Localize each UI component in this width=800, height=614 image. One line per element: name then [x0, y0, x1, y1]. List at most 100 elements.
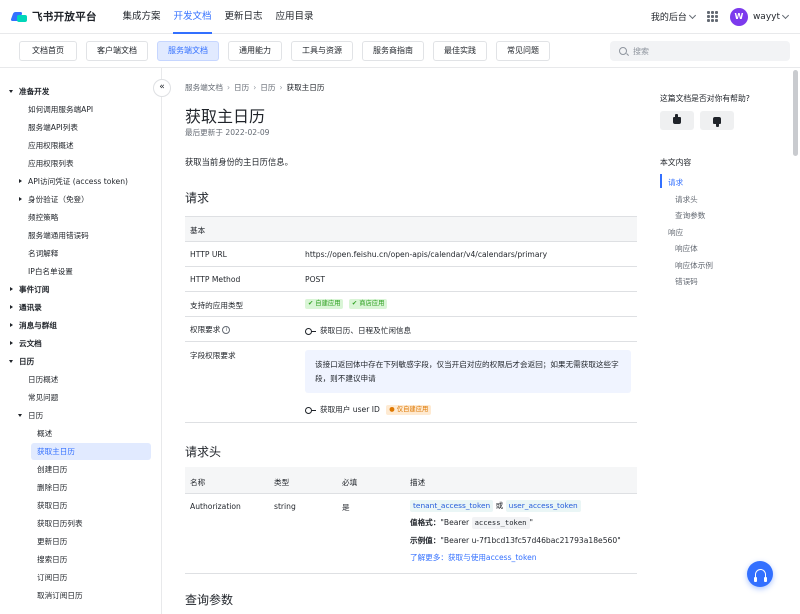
sidebar-item-overview[interactable]: 概述 — [0, 425, 161, 442]
support-button[interactable] — [747, 561, 773, 587]
or-text: 或 — [495, 501, 504, 510]
tenant-token-tag[interactable]: tenant_access_token — [410, 500, 494, 512]
sidebar-item-ip-whitelist[interactable]: IP白名单设置 — [0, 263, 161, 280]
sidebar-item-delete-calendar[interactable]: 删除日历 — [0, 479, 161, 496]
learn-more-label: 了解更多： — [410, 553, 448, 562]
sidebar-item-create-calendar[interactable]: 创建日历 — [0, 461, 161, 478]
sidebar-item-error-codes[interactable]: 服务端通用错误码 — [0, 227, 161, 244]
toc-item-query-params[interactable]: 查询参数 — [675, 210, 705, 221]
sidebar-item-messages[interactable]: 消息与群组 — [0, 317, 161, 334]
section-request-header-heading: 请求头 — [185, 445, 222, 459]
sidebar-item-calendar-faq[interactable]: 常见问题 — [0, 389, 161, 406]
sidebar-item-auth[interactable]: 身份验证（免登） — [0, 191, 161, 208]
badge-custom-app-only: ● 仅自建应用 — [386, 405, 432, 415]
tab-provider-guide[interactable]: 服务商指南 — [362, 40, 424, 61]
tab-best-practices[interactable]: 最佳实践 — [433, 40, 487, 61]
access-token-link[interactable]: 获取与使用access_token — [448, 553, 537, 562]
caret-right-icon — [10, 323, 13, 327]
caret-right-icon — [10, 287, 13, 291]
sidebar-item-get-primary-calendar[interactable]: 获取主日历 — [31, 443, 151, 460]
sidebar-item-api-list[interactable]: 服务端API列表 — [0, 119, 161, 136]
nav-dev-docs[interactable]: 开发文档 — [167, 0, 218, 34]
breadcrumb-server-docs[interactable]: 服务端文档 — [185, 82, 223, 93]
sidebar-item-calendar-sub[interactable]: 日历 — [0, 407, 161, 424]
top-bar: 飞书开放平台 集成方案 开发文档 更新日志 应用目录 我的后台 W wayyt — [0, 0, 800, 34]
section-query-params-heading: 查询参数 — [185, 593, 234, 607]
table-row: 支持的应用类型 ✔ 自建应用 ✔ 商店应用 — [185, 292, 637, 317]
top-nav: 集成方案 开发文档 更新日志 应用目录 — [116, 0, 320, 34]
sidebar-item-glossary[interactable]: 名词解释 — [0, 245, 161, 262]
http-method-key: HTTP Method — [190, 275, 241, 284]
section-request-heading: 请求 — [185, 191, 210, 205]
sidebar-item-prepare[interactable]: 准备开发 — [0, 83, 161, 100]
sidebar-item-get-calendar[interactable]: 获取日历 — [0, 497, 161, 514]
tab-common-capabilities[interactable]: 通用能力 — [228, 40, 282, 61]
tab-tools-resources[interactable]: 工具与资源 — [291, 40, 353, 61]
sidebar-item-perm-overview[interactable]: 应用权限概述 — [0, 137, 161, 154]
sidebar-item-perm-list[interactable]: 应用权限列表 — [0, 155, 161, 172]
info-icon[interactable]: i — [222, 326, 231, 334]
sidebar-item-search-calendar[interactable]: 搜索日历 — [0, 551, 161, 568]
search-icon — [619, 47, 627, 55]
permission-value: 获取日历、日程及忙闲信息 — [320, 326, 412, 335]
nav-integration[interactable]: 集成方案 — [116, 0, 167, 34]
sidebar-item-access-token[interactable]: API访问凭证 (access token) — [0, 173, 161, 190]
thumbs-down-icon — [713, 117, 721, 124]
sidebar-item-unsubscribe-calendar[interactable]: 取消订阅日历 — [0, 587, 161, 604]
toc-item-request[interactable]: 请求 — [668, 177, 683, 188]
toc-title: 本文内容 — [660, 158, 692, 167]
sidebar-item-update-calendar[interactable]: 更新日历 — [0, 533, 161, 550]
logo[interactable]: 飞书开放平台 — [10, 9, 116, 24]
header-name: Authorization — [190, 502, 241, 511]
http-method-value: POST — [305, 275, 326, 284]
thumbs-up-button[interactable] — [660, 111, 694, 130]
thumbs-down-button[interactable] — [700, 111, 734, 130]
tab-faq[interactable]: 常见问题 — [496, 40, 550, 61]
toc-item-response-body[interactable]: 响应体 — [675, 243, 698, 254]
sidebar-item-contacts[interactable]: 通讯录 — [0, 299, 161, 316]
my-backend-dropdown[interactable]: 我的后台 — [651, 10, 696, 23]
sidebar-item-calendar-overview[interactable]: 日历概述 — [0, 371, 161, 388]
sidebar-item-events[interactable]: 事件订阅 — [0, 281, 161, 298]
toc-item-error-codes[interactable]: 错误码 — [675, 276, 698, 287]
page-scrollbar[interactable] — [793, 70, 798, 156]
sidebar-item-call-api[interactable]: 如何调用服务端API — [0, 101, 161, 118]
breadcrumb-calendar[interactable]: 日历 — [234, 82, 249, 93]
breadcrumb-calendar-sub[interactable]: 日历 — [260, 82, 275, 93]
chevron-down-icon[interactable] — [781, 11, 790, 19]
tab-server-docs[interactable]: 服务端文档 — [157, 40, 219, 61]
lock-icon: ● — [389, 406, 395, 413]
caret-right-icon — [19, 179, 22, 183]
toc-item-response[interactable]: 响应 — [668, 227, 683, 238]
search-input[interactable]: 搜索 — [610, 41, 790, 61]
table-row: 字段权限要求 该接口返回体中存在下列敏感字段，仅当开启对应的权限后才会返回；如果… — [185, 342, 637, 423]
sidebar-item-rate-limit[interactable]: 频控策略 — [0, 209, 161, 226]
nav-app-directory[interactable]: 应用目录 — [269, 0, 320, 34]
sidebar-item-calendar[interactable]: 日历 — [0, 353, 161, 370]
toc-item-response-example[interactable]: 响应体示例 — [675, 260, 713, 271]
breadcrumb: 服务端文档 › 日历 › 日历 › 获取主日历 — [185, 82, 325, 93]
collapse-sidebar-button[interactable]: « — [153, 79, 171, 97]
col-description: 描述 — [410, 478, 426, 487]
logo-icon — [10, 11, 27, 23]
sidebar-item-subscribe-calendar[interactable]: 订阅日历 — [0, 569, 161, 586]
table-row: 权限要求 i 获取日历、日程及忙闲信息 — [185, 317, 637, 342]
toc-active-indicator — [660, 174, 662, 188]
avatar[interactable]: W — [729, 7, 748, 26]
last-updated: 最后更新于 2022-02-09 — [185, 128, 270, 137]
toc-item-request-header[interactable]: 请求头 — [675, 194, 698, 205]
field-permission-value: 获取用户 user ID — [320, 405, 380, 414]
tab-docs-home[interactable]: 文档首页 — [19, 40, 77, 61]
http-url-value: https://open.feishu.cn/open-apis/calenda… — [305, 250, 548, 259]
table-row: HTTP Method POST — [185, 267, 637, 292]
username[interactable]: wayyt — [753, 12, 780, 22]
apps-grid-icon[interactable] — [706, 11, 718, 22]
user-token-tag[interactable]: user_access_token — [505, 500, 581, 512]
sidebar-item-cloud-docs[interactable]: 云文档 — [0, 335, 161, 352]
col-required: 必填 — [342, 478, 358, 487]
sidebar-item-list-calendars[interactable]: 获取日历列表 — [0, 515, 161, 532]
table-header-row: 基本 — [185, 217, 637, 242]
nav-changelog[interactable]: 更新日志 — [218, 0, 269, 34]
caret-down-icon — [18, 414, 22, 417]
tab-client-docs[interactable]: 客户端文档 — [86, 40, 148, 61]
